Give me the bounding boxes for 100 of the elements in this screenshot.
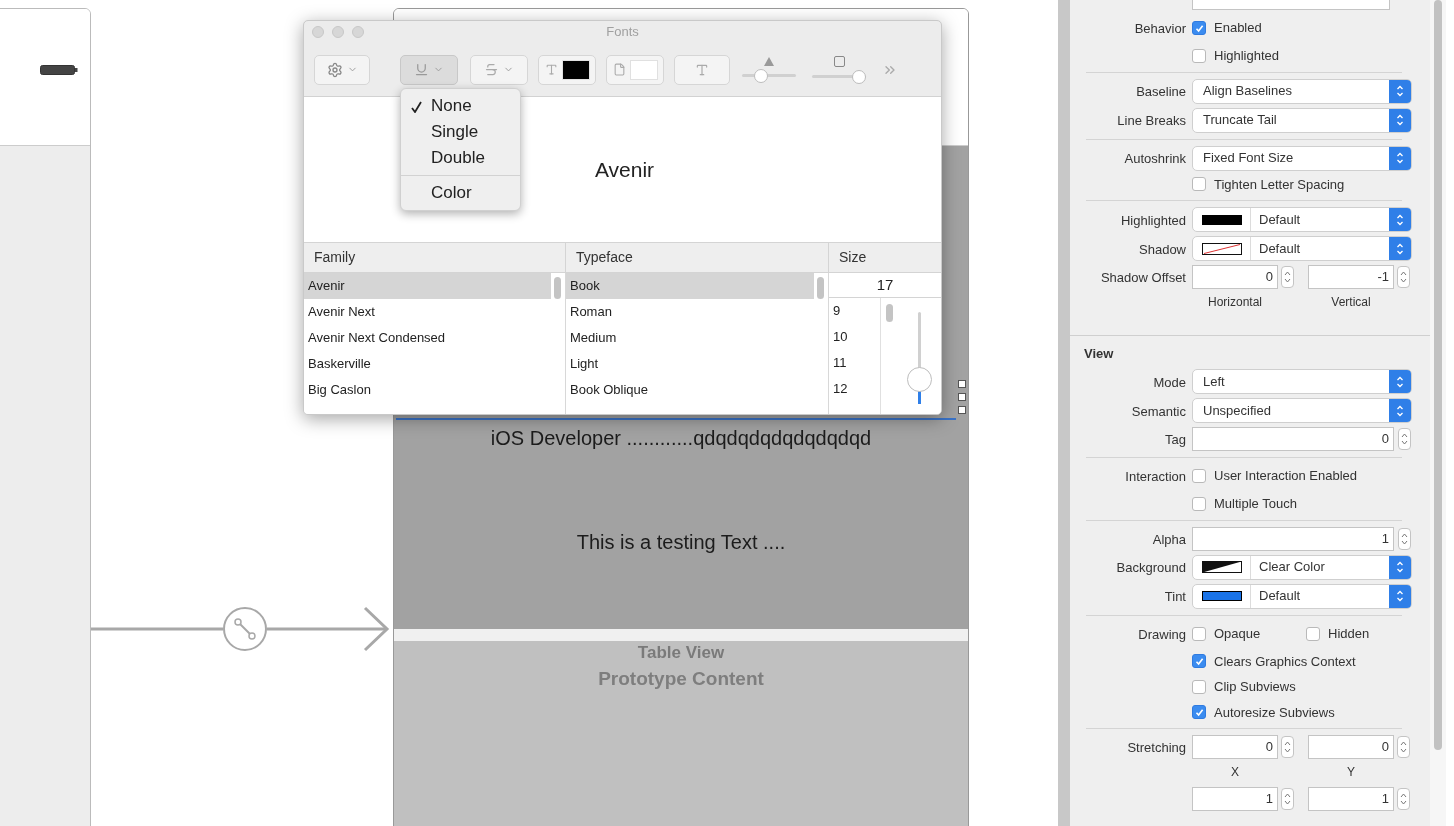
popup-button[interactable]: Unspecified bbox=[1192, 398, 1412, 423]
property-label: Interaction bbox=[1125, 469, 1186, 484]
menu-item[interactable]: None bbox=[401, 93, 520, 119]
menu-item[interactable]: Single bbox=[401, 119, 520, 145]
color-popup[interactable]: Clear Color bbox=[1192, 554, 1412, 580]
label-text[interactable]: This is a testing Text .... bbox=[576, 527, 786, 557]
list-item[interactable]: 11 bbox=[829, 350, 880, 376]
column-header[interactable]: Typeface bbox=[576, 247, 633, 268]
number-field[interactable]: 0 bbox=[1192, 427, 1394, 451]
segue-arrow-drawing[interactable] bbox=[91, 606, 391, 652]
checkbox[interactable] bbox=[1192, 679, 1206, 694]
checkbox-label: Autoresize Subviews bbox=[1214, 703, 1335, 722]
stepper-arrows-icon bbox=[1284, 270, 1291, 284]
stepper[interactable] bbox=[1281, 736, 1294, 758]
stepper-arrows-icon bbox=[1400, 792, 1407, 806]
scrollbar-thumb[interactable] bbox=[886, 304, 893, 322]
list-item[interactable]: 12 bbox=[829, 376, 880, 402]
checkbox[interactable] bbox=[1192, 48, 1206, 63]
color-popup[interactable]: Default bbox=[1192, 236, 1412, 261]
color-name: Clear Color bbox=[1258, 558, 1326, 577]
checkbox[interactable] bbox=[1192, 21, 1206, 35]
document-icon bbox=[612, 63, 626, 76]
checkbox[interactable] bbox=[1306, 626, 1320, 641]
number-field[interactable]: -1 bbox=[1308, 265, 1394, 289]
color-popup[interactable]: Default bbox=[1192, 583, 1412, 609]
property-label: Semantic bbox=[1131, 403, 1186, 419]
number-field[interactable]: 1 bbox=[1192, 787, 1278, 811]
selection-frame[interactable] bbox=[396, 380, 966, 420]
column-header[interactable]: Size bbox=[839, 247, 867, 268]
color-popup[interactable]: Default bbox=[1192, 207, 1412, 232]
label-text[interactable]: iOS Developer ............qdqdqdqdqdqdqdqd bbox=[490, 423, 872, 453]
property-label: Shadow Offset bbox=[1100, 270, 1186, 285]
size-slider[interactable] bbox=[906, 312, 932, 404]
stepper[interactable] bbox=[1397, 266, 1410, 288]
scrollbar[interactable] bbox=[1430, 0, 1446, 826]
popup-button[interactable]: Align Baselines bbox=[1192, 78, 1412, 104]
text-icon bbox=[695, 62, 709, 77]
checkbox-label: Enabled bbox=[1214, 19, 1262, 38]
checkbox[interactable] bbox=[1192, 177, 1206, 192]
battery-icon bbox=[40, 65, 78, 75]
number-field[interactable]: 0 bbox=[1192, 265, 1278, 289]
scrollbar-thumb[interactable] bbox=[554, 277, 561, 299]
popup-button[interactable]: Truncate Tail bbox=[1192, 107, 1412, 133]
underline-menu-button[interactable] bbox=[400, 54, 458, 85]
preview-text: Avenir bbox=[594, 156, 655, 183]
checkbox[interactable] bbox=[1192, 654, 1206, 669]
stepper[interactable] bbox=[1281, 788, 1294, 810]
popup-arrows-icon bbox=[1389, 370, 1411, 393]
slider[interactable] bbox=[812, 69, 866, 84]
stepper[interactable] bbox=[1281, 266, 1294, 288]
slider[interactable] bbox=[742, 68, 796, 83]
stepper[interactable] bbox=[1398, 527, 1411, 550]
checkbox[interactable] bbox=[1192, 705, 1206, 720]
table-view-subtitle: Prototype Content bbox=[598, 667, 764, 691]
stepper[interactable] bbox=[1398, 428, 1411, 450]
window-button[interactable] bbox=[352, 26, 364, 38]
slider-thumb[interactable] bbox=[906, 367, 932, 393]
slider-thumb[interactable] bbox=[754, 68, 768, 83]
stepper-arrows-icon bbox=[1401, 432, 1408, 446]
popup-button[interactable]: Left bbox=[1192, 369, 1412, 394]
slider-thumb[interactable] bbox=[852, 69, 866, 84]
checkbox[interactable] bbox=[1192, 469, 1206, 483]
text-color-button[interactable] bbox=[538, 54, 596, 85]
strikethrough-menu-button[interactable] bbox=[470, 54, 528, 85]
scrollbar-thumb[interactable] bbox=[1434, 0, 1442, 750]
size-field[interactable]: 17 bbox=[829, 273, 941, 298]
list-item[interactable]: 10 bbox=[829, 324, 880, 350]
menu-item[interactable]: Double bbox=[401, 145, 520, 171]
number-field[interactable]: 0 bbox=[1308, 735, 1394, 759]
popup-button[interactable]: Fixed Font Size bbox=[1192, 145, 1412, 171]
stepper[interactable] bbox=[1397, 736, 1410, 758]
underline-icon bbox=[414, 62, 429, 77]
property-label: Line Breaks bbox=[1117, 113, 1186, 128]
checkbox-label: Multiple Touch bbox=[1214, 495, 1297, 513]
list-item[interactable]: 9 bbox=[829, 298, 880, 324]
number-field[interactable]: 1 bbox=[1308, 787, 1394, 811]
checkbox[interactable] bbox=[1192, 626, 1206, 641]
window-button[interactable] bbox=[332, 26, 344, 38]
checkbox[interactable] bbox=[1192, 496, 1206, 511]
document-color-button[interactable] bbox=[606, 54, 664, 85]
list-item[interactable]: Avenir bbox=[304, 273, 551, 299]
list-item[interactable]: Book bbox=[566, 273, 814, 299]
checkbox-label: Tighten Letter Spacing bbox=[1214, 175, 1345, 194]
checkbox-label: Hidden bbox=[1328, 624, 1370, 643]
stepper-arrows-icon bbox=[1284, 740, 1291, 754]
checkmark-icon bbox=[1194, 707, 1204, 717]
number-field[interactable]: 0 bbox=[1192, 735, 1278, 759]
property-label: Background bbox=[1116, 560, 1186, 575]
number-field[interactable]: 1 bbox=[1192, 526, 1394, 551]
action-menu-button[interactable] bbox=[314, 54, 370, 85]
checkmark-icon bbox=[1194, 23, 1204, 33]
window-button[interactable] bbox=[312, 26, 324, 38]
text-shadow-button[interactable] bbox=[674, 54, 730, 85]
column-header[interactable]: Family bbox=[314, 247, 356, 268]
stepper-arrows-icon bbox=[1284, 792, 1291, 806]
color-name: Default bbox=[1258, 210, 1302, 229]
menu-item[interactable]: Color bbox=[401, 180, 520, 206]
stepper[interactable] bbox=[1397, 788, 1410, 810]
popup-arrows-icon bbox=[1389, 237, 1411, 260]
scrollbar-thumb[interactable] bbox=[817, 277, 824, 299]
